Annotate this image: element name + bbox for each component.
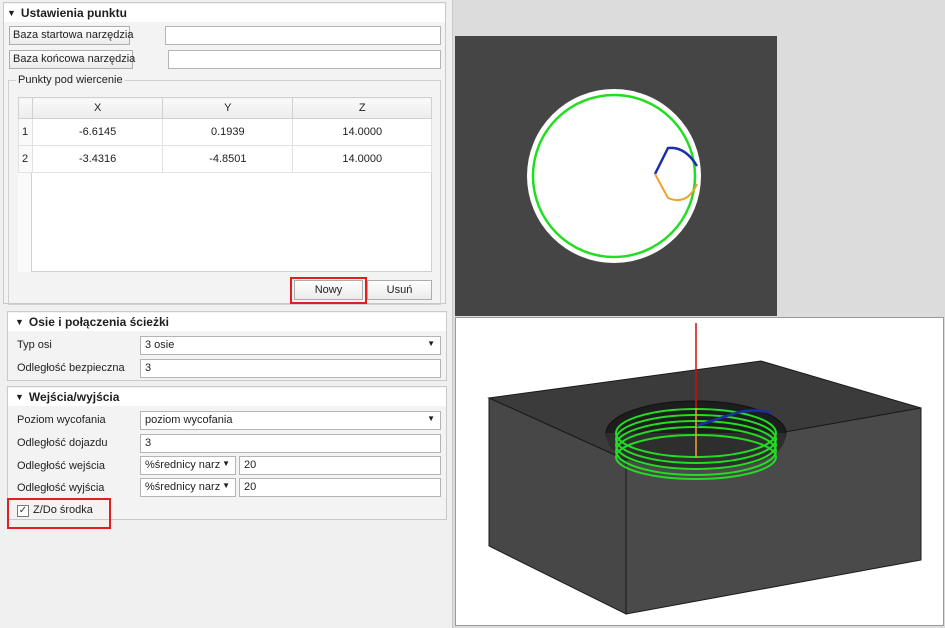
point-settings-header[interactable]: ▼ Ustawienia punktu — [4, 4, 445, 22]
end-base-button[interactable]: Baza końcowa narzędzia — [9, 50, 135, 69]
cell-y[interactable]: 0.1939 — [162, 118, 294, 146]
point-settings-title: Ustawienia punktu — [20, 6, 127, 20]
axes-title: Osie i połączenia ścieżki — [28, 315, 169, 329]
3d-canvas — [487, 323, 922, 615]
cell-z[interactable]: 14.0000 — [292, 118, 432, 146]
top-view-viewport[interactable] — [455, 36, 777, 316]
row-number: 1 — [18, 118, 33, 146]
collapse-triangle-icon[interactable]: ▼ — [15, 317, 24, 327]
row-number: 2 — [18, 145, 33, 173]
safe-distance-field[interactable]: 3 — [140, 359, 441, 378]
axis-type-label: Typ osi — [17, 339, 52, 351]
retract-level-label: Poziom wycofania — [17, 414, 106, 426]
dropdown-arrow-icon[interactable]: ▼ — [222, 481, 230, 490]
new-button-highlight — [290, 277, 367, 304]
exit-distance-label: Odległość wyjścia — [17, 482, 105, 494]
points-group-label: Punkty pod wiercenie — [16, 74, 125, 86]
row-header-column — [18, 173, 32, 272]
delete-point-button[interactable]: Usuń — [367, 280, 432, 300]
start-base-button[interactable]: Baza startowa narzędzia — [9, 26, 133, 45]
table-corner — [18, 97, 33, 119]
axis-type-select[interactable]: 3 osie ▼ — [140, 336, 441, 355]
center-checkbox-highlight — [7, 498, 111, 529]
start-base-field[interactable] — [165, 26, 441, 45]
end-base-field[interactable] — [168, 50, 441, 69]
entry-unit-select[interactable]: %średnicy narz ▼ — [140, 456, 236, 475]
settings-panel: ▼ Ustawienia punktu Baza startowa narzęd… — [0, 0, 453, 628]
cell-x[interactable]: -6.6145 — [31, 118, 164, 146]
entry-distance-field[interactable]: 20 — [239, 456, 441, 475]
entry-unit-value: %średnicy narz — [145, 459, 221, 471]
3d-viewport[interactable] — [455, 317, 944, 626]
safe-distance-label: Odległość bezpieczna — [17, 362, 125, 374]
table-row[interactable]: 2 -3.4316 -4.8501 14.0000 — [18, 145, 432, 173]
dropdown-arrow-icon[interactable]: ▼ — [427, 339, 435, 348]
cell-y[interactable]: -4.8501 — [162, 145, 294, 173]
retract-level-value: poziom wycofania — [145, 414, 233, 426]
io-header[interactable]: ▼ Wejścia/wyjścia — [8, 388, 446, 406]
column-header-z[interactable]: Z — [292, 97, 432, 119]
cell-x[interactable]: -3.4316 — [31, 145, 164, 173]
retract-level-select[interactable]: poziom wycofania ▼ — [140, 411, 441, 430]
approach-distance-field[interactable]: 3 — [140, 434, 441, 453]
column-header-x[interactable]: X — [31, 97, 164, 119]
column-header-y[interactable]: Y — [162, 97, 294, 119]
collapse-triangle-icon[interactable]: ▼ — [7, 8, 16, 18]
dropdown-arrow-icon[interactable]: ▼ — [427, 414, 435, 423]
exit-distance-field[interactable]: 20 — [239, 478, 441, 497]
points-table: X Y Z 1 -6.6145 0.1939 14.0000 2 -3.4316… — [18, 97, 432, 173]
axis-type-value: 3 osie — [145, 339, 175, 351]
io-title: Wejścia/wyjścia — [28, 390, 120, 404]
approach-distance-label: Odległość dojazdu — [17, 437, 108, 449]
cell-z[interactable]: 14.0000 — [292, 145, 432, 173]
dropdown-arrow-icon[interactable]: ▼ — [222, 459, 230, 468]
hole-outline — [527, 89, 701, 263]
table-row[interactable]: 1 -6.6145 0.1939 14.0000 — [18, 118, 432, 146]
entry-distance-label: Odległość wejścia — [17, 460, 106, 472]
top-view-canvas — [527, 89, 701, 263]
exit-unit-select[interactable]: %średnicy narz ▼ — [140, 478, 236, 497]
exit-unit-value: %średnicy narz — [145, 481, 221, 493]
collapse-triangle-icon[interactable]: ▼ — [15, 392, 24, 402]
axes-header[interactable]: ▼ Osie i połączenia ścieżki — [8, 313, 446, 331]
